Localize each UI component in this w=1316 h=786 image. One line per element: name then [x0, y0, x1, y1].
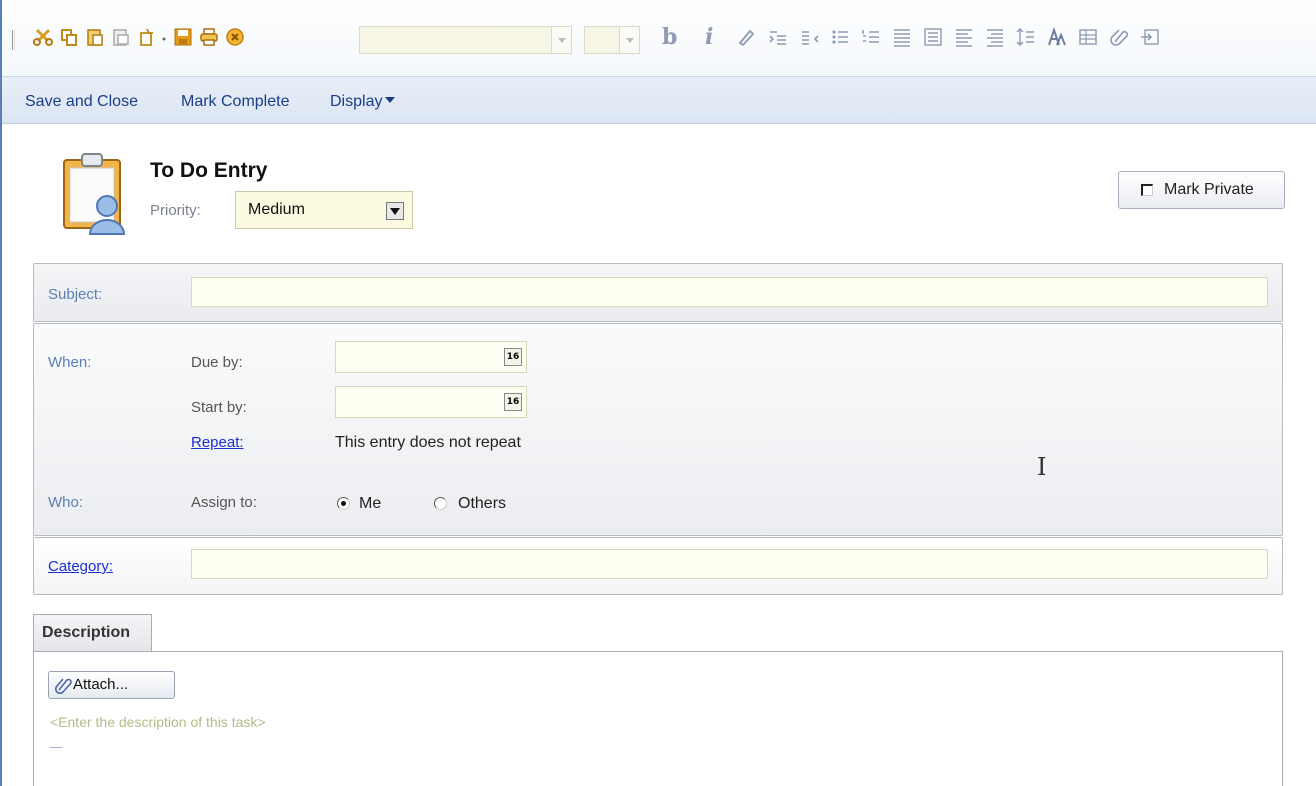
assign-to-label: Assign to: — [191, 494, 257, 511]
font-family-select[interactable] — [359, 26, 572, 54]
align-right-icon[interactable] — [953, 26, 975, 48]
formatting-toolbar: b i — [2, 0, 1316, 77]
paste-special-icon[interactable] — [110, 26, 132, 48]
repeat-link[interactable]: Repeat: — [191, 434, 244, 451]
assign-others-radio[interactable] — [434, 497, 447, 510]
insert-icon[interactable] — [1139, 26, 1161, 48]
repeat-status-text: This entry does not repeat — [335, 434, 521, 451]
description-editor[interactable]: Attach... <Enter the description of this… — [33, 651, 1283, 786]
align-left-icon[interactable] — [891, 26, 913, 48]
priority-label: Priority: — [150, 202, 201, 219]
assign-me-label[interactable]: Me — [359, 495, 381, 513]
mark-private-label: Mark Private — [1164, 181, 1254, 198]
mark-private-button[interactable]: Mark Private — [1118, 171, 1285, 209]
calendar-icon[interactable]: 16 — [504, 393, 522, 411]
indent-icon[interactable] — [767, 26, 789, 48]
paperclip-icon — [55, 678, 72, 694]
assign-others-label[interactable]: Others — [458, 495, 506, 513]
italic-icon[interactable]: i — [705, 24, 713, 50]
due-by-label: Due by: — [191, 354, 243, 371]
highlight-icon[interactable] — [735, 26, 757, 48]
category-panel: Category: — [33, 537, 1283, 595]
chevron-down-icon[interactable] — [386, 202, 404, 220]
outdent-icon[interactable] — [799, 26, 821, 48]
mark-complete-button[interactable]: Mark Complete — [181, 93, 289, 111]
paste-icon[interactable] — [84, 26, 106, 48]
todo-entry-window: b i Save and Close Mark Complete Display… — [0, 0, 1316, 786]
save-and-close-button[interactable]: Save and Close — [25, 93, 138, 111]
priority-value: Medium — [248, 201, 305, 218]
calendar-icon[interactable]: 16 — [504, 348, 522, 366]
close-icon[interactable] — [224, 26, 246, 48]
font-size-select[interactable] — [584, 26, 640, 54]
text-caret — [50, 747, 62, 748]
description-placeholder: <Enter the description of this task> — [50, 714, 266, 730]
text-style-icon[interactable] — [1046, 26, 1068, 48]
category-input[interactable] — [191, 549, 1268, 579]
new-dropdown-icon[interactable] — [159, 26, 169, 48]
start-by-label: Start by: — [191, 399, 247, 416]
who-label: Who: — [48, 494, 84, 511]
mark-private-checkbox[interactable] — [1141, 184, 1153, 196]
when-label: When: — [48, 354, 92, 371]
copy-icon[interactable] — [58, 26, 80, 48]
display-menu-label: Display — [330, 93, 383, 110]
numbered-list-icon[interactable] — [860, 26, 882, 48]
priority-select[interactable]: Medium — [235, 191, 413, 229]
toolbar-grip[interactable] — [12, 30, 15, 50]
link-icon[interactable] — [1108, 26, 1130, 48]
new-icon[interactable] — [136, 26, 158, 48]
print-icon[interactable] — [198, 26, 220, 48]
attach-button[interactable]: Attach... — [48, 671, 175, 699]
save-icon[interactable] — [172, 26, 194, 48]
table-icon[interactable] — [1077, 26, 1099, 48]
category-link[interactable]: Category: — [48, 558, 113, 575]
tab-description[interactable]: Description — [33, 614, 152, 652]
text-cursor-icon: I — [1037, 453, 1047, 481]
action-bar: Save and Close Mark Complete Display — [2, 77, 1316, 124]
display-menu-button[interactable]: Display — [330, 93, 396, 111]
bullet-list-icon[interactable] — [829, 26, 851, 48]
subject-input[interactable] — [191, 277, 1268, 307]
subject-panel: Subject: — [33, 263, 1283, 322]
assign-me-radio[interactable] — [337, 497, 350, 510]
justify-icon[interactable] — [984, 26, 1006, 48]
subject-label: Subject: — [48, 286, 103, 303]
attach-label: Attach... — [73, 676, 129, 693]
todo-clipboard-icon — [60, 150, 130, 236]
schedule-panel: When: Due by: 16 Start by: 16 Repeat: Th… — [33, 323, 1283, 536]
cut-icon[interactable] — [32, 26, 54, 48]
due-by-input[interactable]: 16 — [335, 341, 527, 373]
chevron-down-icon — [385, 97, 396, 103]
align-center-icon[interactable] — [922, 26, 944, 48]
start-by-input[interactable]: 16 — [335, 386, 527, 418]
line-spacing-icon[interactable] — [1015, 26, 1037, 48]
page-title: To Do Entry — [150, 159, 268, 182]
bold-icon[interactable]: b — [662, 24, 677, 50]
